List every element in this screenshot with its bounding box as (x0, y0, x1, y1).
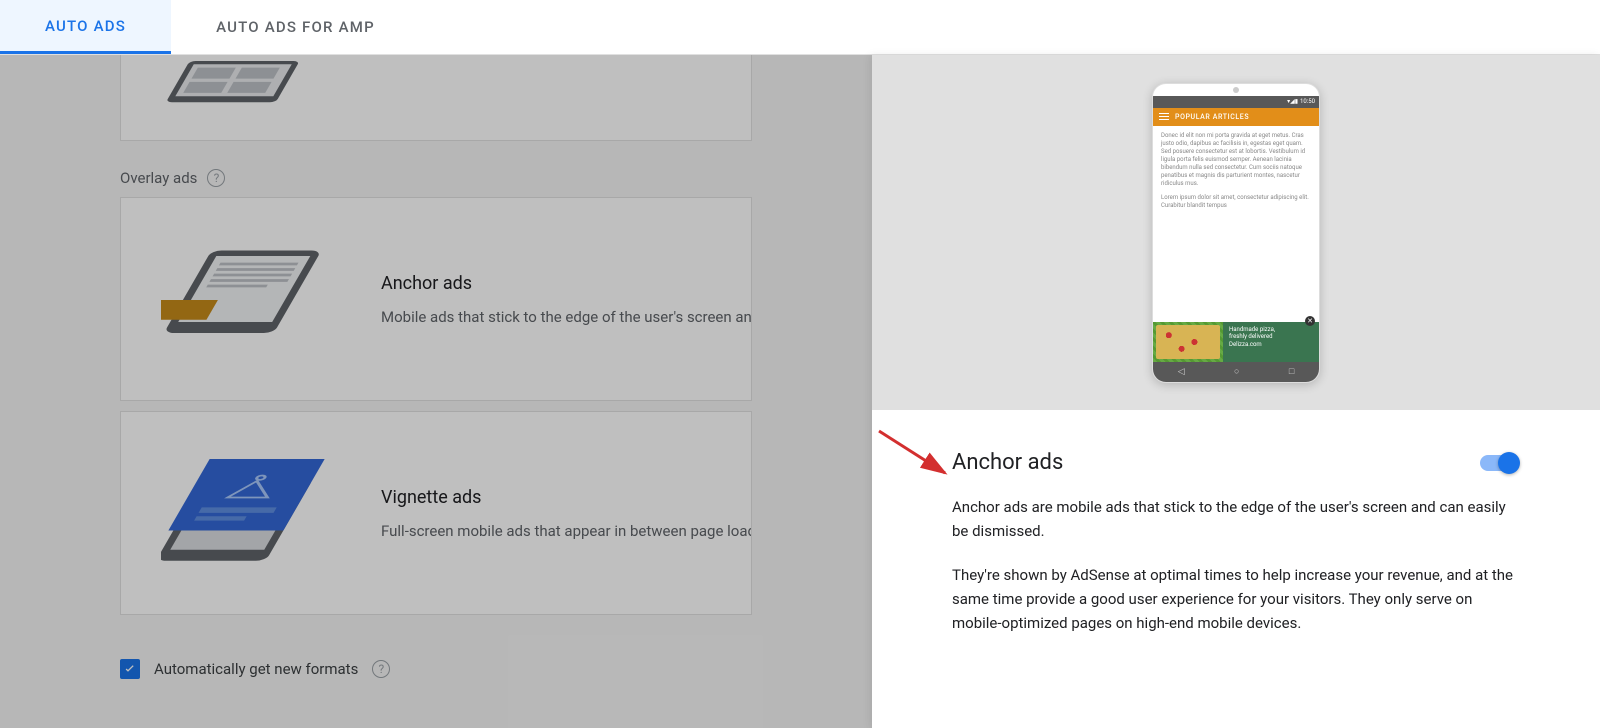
enable-toggle[interactable] (1480, 452, 1520, 474)
tab-auto-ads[interactable]: AUTO ADS (0, 0, 171, 54)
tab-auto-ads-amp[interactable]: AUTO ADS FOR AMP (171, 0, 420, 54)
phone-status-bar: ▾◢▮10:50 (1153, 96, 1319, 108)
ad-copy: Handmade pizza, freshly delivered Delizz… (1223, 322, 1319, 362)
home-icon: ○ (1234, 366, 1239, 377)
detail-side-panel: ▾◢▮10:50 POPULAR ARTICLES Donec id elit … (872, 55, 1600, 728)
close-icon: ✕ (1305, 316, 1315, 326)
tab-label: AUTO ADS (45, 17, 126, 35)
back-icon: ◁ (1178, 367, 1185, 377)
phone-article-body: Donec id elit non mi porta gravida at eg… (1153, 126, 1319, 322)
phone-mockup: ▾◢▮10:50 POPULAR ARTICLES Donec id elit … (1152, 83, 1320, 383)
panel-description-2: They're shown by AdSense at optimal time… (952, 563, 1520, 635)
phone-header-title: POPULAR ARTICLES (1175, 113, 1249, 121)
hamburger-icon (1159, 113, 1169, 121)
main-stage: Overlay ads ? (0, 55, 1600, 728)
modal-backdrop[interactable] (0, 55, 872, 728)
phone-app-header: POPULAR ARTICLES (1153, 108, 1319, 126)
phone-anchor-ad: ▸ ✕ Handmade pizza, freshly delivered De… (1153, 322, 1319, 362)
recents-icon: □ (1289, 366, 1294, 377)
tab-label: AUTO ADS FOR AMP (216, 18, 375, 36)
phone-preview-area: ▾◢▮10:50 POPULAR ARTICLES Donec id elit … (872, 55, 1600, 410)
phone-nav-bar: ◁ ○ □ (1153, 362, 1319, 382)
ad-image (1153, 322, 1223, 362)
panel-body: Anchor ads Anchor ads are mobile ads tha… (872, 410, 1600, 675)
tab-bar: AUTO ADS AUTO ADS FOR AMP (0, 0, 1600, 55)
panel-title: Anchor ads (952, 450, 1063, 475)
panel-description-1: Anchor ads are mobile ads that stick to … (952, 495, 1520, 543)
